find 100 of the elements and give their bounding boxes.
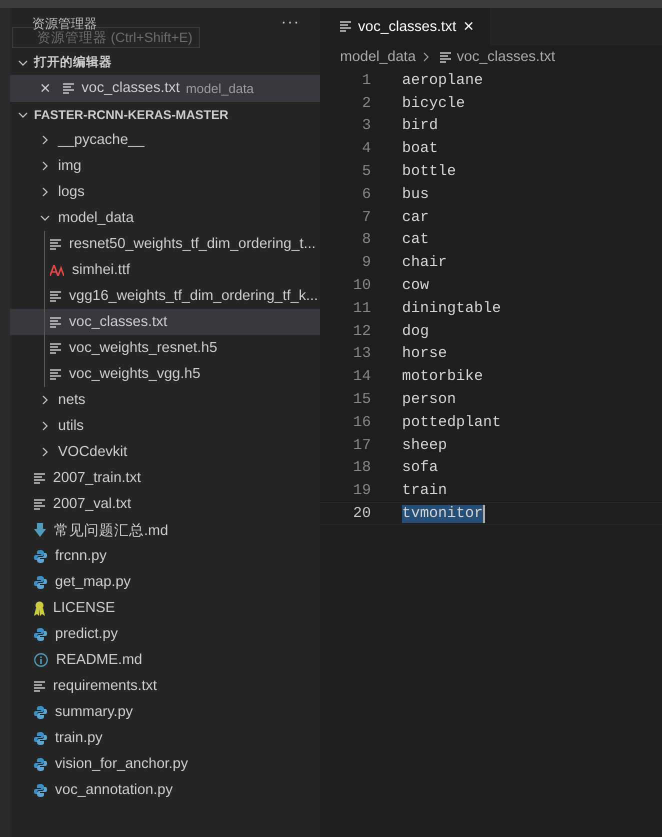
- line-number: 20: [352, 505, 372, 522]
- close-icon[interactable]: ×: [463, 16, 474, 37]
- folder-item[interactable]: VOCdevkit: [10, 439, 320, 465]
- folder-item[interactable]: __pycache__: [10, 127, 320, 153]
- code-line: bicycle: [402, 94, 466, 112]
- file-item[interactable]: voc_weights_resnet.h5: [10, 335, 320, 361]
- file-item[interactable]: voc_annotation.py: [10, 777, 320, 803]
- breadcrumb-item[interactable]: voc_classes.txt: [456, 49, 556, 65]
- file-item[interactable]: train.py: [10, 725, 320, 751]
- code-line: horse: [402, 345, 448, 362]
- chevron-right-icon[interactable]: [40, 447, 50, 457]
- file-item[interactable]: frcnn.py: [10, 543, 320, 569]
- file-item[interactable]: voc_weights_vgg.h5: [10, 361, 320, 387]
- folder-item[interactable]: img: [10, 153, 320, 179]
- folder-item[interactable]: logs: [10, 179, 320, 205]
- lines-icon: [50, 290, 61, 302]
- folder-item[interactable]: model_data: [10, 205, 320, 231]
- chevron-right-icon[interactable]: [40, 421, 50, 431]
- file-item[interactable]: LICENSE: [10, 595, 320, 621]
- code-line: motorbike: [402, 368, 484, 386]
- line-number: 4: [360, 140, 372, 158]
- code-line: train: [402, 482, 448, 500]
- more-actions-button[interactable]: ···: [281, 14, 300, 32]
- file-item[interactable]: requirements.txt: [10, 673, 320, 699]
- python-icon: [34, 706, 47, 718]
- section-header[interactable]: FASTER-RCNN-KERAS-MASTER: [10, 102, 320, 127]
- lines-icon: [34, 680, 45, 692]
- code-line: sofa: [402, 459, 438, 476]
- python-icon: [34, 784, 47, 796]
- line-number: 18: [352, 459, 372, 476]
- python-icon: [34, 758, 47, 770]
- folder-item[interactable]: utils: [10, 413, 320, 439]
- file-item[interactable]: simhei.ttf: [10, 257, 320, 283]
- code-line: aeroplane: [402, 72, 484, 89]
- file-item[interactable]: README.md: [10, 647, 320, 673]
- line-number: 17: [352, 436, 372, 454]
- lines-icon: [50, 342, 61, 354]
- chevron-right-icon[interactable]: [40, 395, 50, 405]
- line-number: 9: [360, 254, 372, 272]
- code-line: dog: [402, 322, 430, 340]
- editor-tab[interactable]: voc_classes.txt ×: [320, 8, 490, 45]
- line-number: 11: [352, 300, 372, 317]
- code-line: car: [402, 208, 430, 226]
- lines-icon: [440, 52, 451, 62]
- line-number: 3: [360, 117, 372, 134]
- code-line: diningtable: [402, 300, 502, 317]
- file-item[interactable]: 常见问题汇总.md: [10, 517, 320, 543]
- line-number: 13: [352, 345, 372, 362]
- line-number: 10: [352, 277, 372, 294]
- lines-icon: [50, 368, 61, 380]
- line-number: 16: [352, 414, 372, 431]
- lines-icon: [62, 82, 74, 94]
- file-item[interactable]: summary.py: [10, 699, 320, 725]
- chevron-right-icon[interactable]: [40, 135, 50, 145]
- line-number: 12: [352, 322, 372, 340]
- lines-icon: [340, 21, 351, 32]
- line-number: 19: [352, 482, 372, 500]
- code-line: pottedplant: [402, 414, 502, 431]
- lines-icon: [34, 498, 45, 510]
- code-line: bottle: [402, 163, 456, 180]
- open-editor-item[interactable]: × voc_classes.txt model_data: [10, 75, 320, 102]
- python-icon: [34, 550, 47, 562]
- lines-icon: [50, 238, 61, 250]
- file-item[interactable]: vgg16_weights_tf_dim_ordering_tf_k...: [10, 283, 320, 309]
- python-icon: [34, 732, 47, 744]
- file-item[interactable]: predict.py: [10, 621, 320, 647]
- line-number: 2: [360, 94, 372, 112]
- file-item[interactable]: resnet50_weights_tf_dim_ordering_t...: [10, 231, 320, 257]
- line-number: 8: [360, 231, 372, 248]
- chevron-down-icon[interactable]: [40, 213, 50, 223]
- close-icon[interactable]: ×: [40, 78, 51, 98]
- lines-icon: [34, 472, 45, 484]
- font-icon: [50, 264, 64, 276]
- line-number: 7: [360, 208, 372, 226]
- code-line: boat: [402, 140, 438, 158]
- file-item[interactable]: 2007_val.txt: [10, 491, 320, 517]
- chevron-right-icon[interactable]: [40, 187, 50, 197]
- file-item[interactable]: vision_for_anchor.py: [10, 751, 320, 777]
- lines-icon: [50, 316, 61, 328]
- line-number: 14: [352, 368, 372, 386]
- info-icon: [34, 653, 48, 667]
- code-line: bird: [402, 117, 438, 134]
- code-line: cow: [402, 277, 430, 294]
- chevron-right-icon: [422, 52, 430, 62]
- line-number: 6: [360, 186, 372, 203]
- chevron-down-icon[interactable]: [18, 58, 28, 68]
- code-line: cat: [402, 231, 430, 248]
- python-icon: [34, 576, 47, 588]
- file-item[interactable]: get_map.py: [10, 569, 320, 595]
- code-line: person: [402, 391, 456, 408]
- chevron-down-icon[interactable]: [18, 110, 28, 120]
- file-item[interactable]: 2007_train.txt: [10, 465, 320, 491]
- python-icon: [34, 628, 47, 640]
- chevron-right-icon[interactable]: [40, 161, 50, 171]
- down-arrow-icon: [34, 523, 46, 537]
- file-item[interactable]: voc_classes.txt: [10, 309, 320, 335]
- code-line: chair: [402, 254, 448, 272]
- breadcrumb-item[interactable]: model_data: [340, 49, 416, 65]
- folder-item[interactable]: nets: [10, 387, 320, 413]
- section-header[interactable]: 打开的编辑器: [10, 50, 320, 75]
